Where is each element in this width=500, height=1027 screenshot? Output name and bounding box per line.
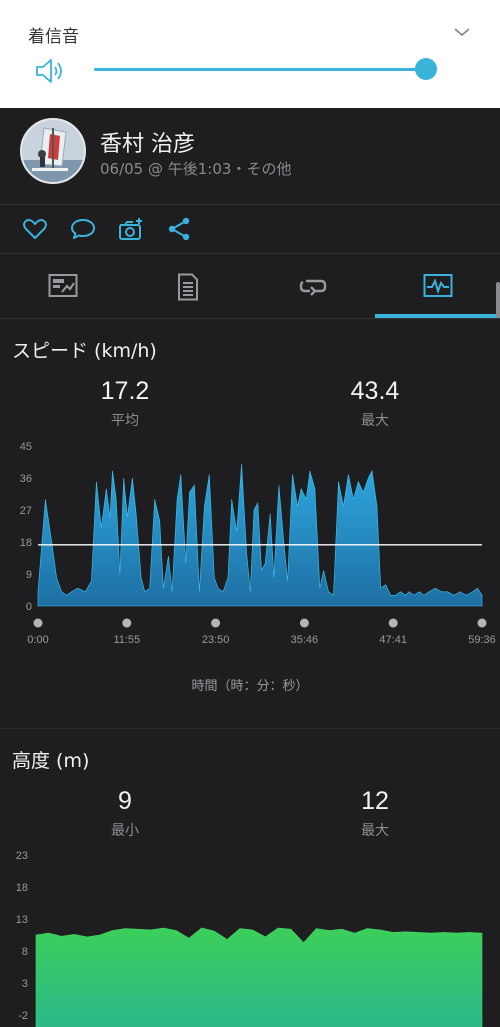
speed-x-tick-marker xyxy=(477,618,487,628)
volume-slider-track[interactable] xyxy=(94,68,427,71)
speed-y-tick: 9 xyxy=(26,569,32,581)
divider xyxy=(0,318,500,319)
action-bar xyxy=(0,205,500,253)
speed-max-label: 最大 xyxy=(361,413,389,429)
elevation-min-value: 9 xyxy=(118,787,132,815)
elevation-y-tick: -2 xyxy=(18,1010,28,1022)
speed-y-tick: 27 xyxy=(20,505,32,517)
speed-y-tick: 0 xyxy=(26,601,32,613)
tab-summary[interactable] xyxy=(0,254,125,318)
speed-max-value: 43.4 xyxy=(350,377,400,405)
tab-charts[interactable] xyxy=(375,254,500,318)
speed-chart-title: スピード (km/h) xyxy=(12,340,157,362)
elevation-area xyxy=(35,927,483,1027)
speed-average-value: 17.2 xyxy=(100,377,150,405)
laps-tab-icon xyxy=(299,279,327,296)
speed-y-tick: 36 xyxy=(20,473,32,485)
summary-tab-icon xyxy=(48,274,78,297)
avatar[interactable] xyxy=(20,118,86,184)
volume-panel: 着信音 xyxy=(0,0,500,108)
speed-chart: 45 36 27 18 9 0 0:00 11:55 23:50 35:46 47:41 59:36 xyxy=(20,441,496,646)
speed-x-tick: 59:36 xyxy=(468,634,496,646)
activity-header: 香村 治彦 06/05 @ 午後1:03・その他 xyxy=(0,108,500,204)
elevation-y-tick: 23 xyxy=(16,850,28,862)
speed-average-label: 平均 xyxy=(111,413,139,429)
speed-x-tick: 47:41 xyxy=(379,634,407,646)
elevation-chart: 23 18 13 8 3 -2 xyxy=(16,850,483,1027)
activity-meta: 06/05 @ 午後1:03・その他 xyxy=(100,160,292,178)
tab-laps[interactable] xyxy=(250,254,375,318)
elevation-chart-title: 高度 (m) xyxy=(12,750,90,772)
charts-tab-icon xyxy=(423,274,453,297)
elevation-y-tick: 8 xyxy=(22,946,28,958)
speed-y-tick: 45 xyxy=(20,441,32,453)
speed-x-tick-marker xyxy=(299,618,309,628)
speed-x-tick-marker xyxy=(388,618,398,628)
speed-x-tick: 23:50 xyxy=(202,634,230,646)
elevation-max-value: 12 xyxy=(361,787,389,815)
speed-x-tick: 0:00 xyxy=(27,634,48,646)
active-tab-indicator xyxy=(375,314,500,318)
tab-details[interactable] xyxy=(125,254,250,318)
speed-x-tick: 11:55 xyxy=(113,634,140,646)
heart-icon[interactable] xyxy=(22,216,48,242)
activity-tabs xyxy=(0,254,500,318)
add-photo-icon[interactable] xyxy=(118,216,144,242)
windsurf-photo-icon xyxy=(22,120,84,182)
share-icon[interactable] xyxy=(166,216,192,242)
user-name[interactable]: 香村 治彦 xyxy=(100,126,195,158)
speed-x-axis-label: 時間（時：分：秒） xyxy=(191,679,309,694)
elevation-max-label: 最大 xyxy=(361,823,389,839)
speaker-icon[interactable] xyxy=(34,56,66,86)
elevation-min-label: 最小 xyxy=(111,823,139,839)
elevation-y-tick: 3 xyxy=(22,978,28,990)
volume-slider[interactable] xyxy=(94,58,440,82)
speed-x-tick: 35:46 xyxy=(291,634,319,646)
chevron-down-icon[interactable] xyxy=(452,22,472,42)
speed-x-tick-marker xyxy=(122,618,132,628)
elevation-y-tick: 13 xyxy=(16,914,28,926)
elevation-y-tick: 18 xyxy=(16,882,28,894)
speed-y-tick: 18 xyxy=(20,537,32,549)
volume-slider-thumb[interactable] xyxy=(415,58,438,80)
volume-title: 着信音 xyxy=(28,27,79,47)
speed-x-tick-marker xyxy=(33,618,43,628)
comment-icon[interactable] xyxy=(70,216,96,242)
details-tab-icon xyxy=(178,273,198,301)
section-divider xyxy=(0,728,500,729)
speed-area xyxy=(37,463,483,607)
scroll-handle[interactable] xyxy=(496,282,500,318)
speed-x-tick-marker xyxy=(211,618,221,628)
